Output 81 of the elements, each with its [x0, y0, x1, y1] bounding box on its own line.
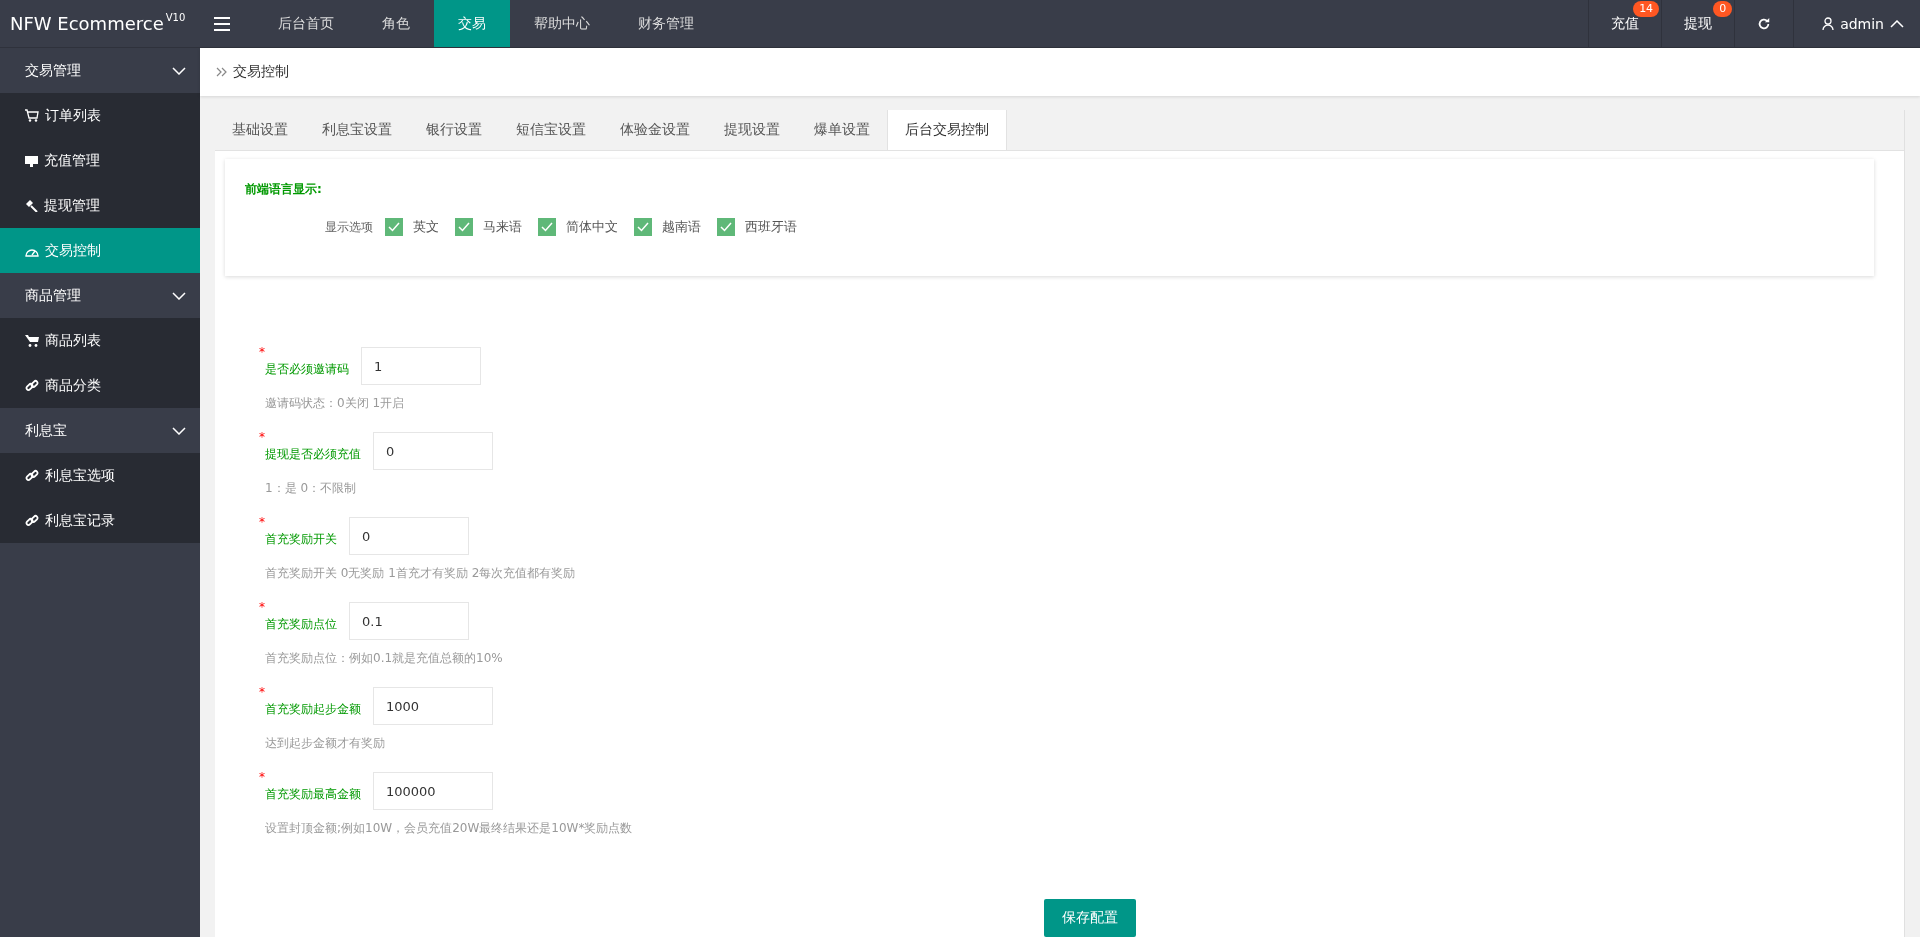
settings-tab[interactable]: 提现设置	[707, 110, 797, 150]
nav-tab[interactable]: 角色	[358, 0, 434, 47]
field-hint: 首充奖励点位：例如0.1就是充值总额的10%	[265, 650, 504, 667]
link-icon	[25, 468, 39, 483]
checkbox[interactable]	[634, 218, 652, 236]
settings-tab[interactable]: 银行设置	[409, 110, 499, 150]
save-button[interactable]: 保存配置	[1043, 899, 1136, 937]
version-label: V10	[165, 12, 186, 23]
input-field[interactable]: 1000	[373, 687, 493, 725]
checkbox-label: 越南语	[662, 218, 701, 236]
count-badge: 0	[1713, 1, 1733, 17]
menu-icon[interactable]	[214, 16, 230, 31]
checkbox-label: 西班牙语	[745, 218, 797, 236]
app-logo[interactable]: NFW Ecommerce	[10, 13, 164, 34]
field-label: 首充奖励起步金额	[265, 700, 361, 718]
user-icon	[1822, 17, 1835, 30]
nav-tab[interactable]: 财务管理	[614, 0, 718, 47]
settings-tab[interactable]: 基础设置	[215, 110, 305, 150]
chevron-icon[interactable]	[172, 291, 186, 300]
field-hint: 邀请码状态：0关闭 1开启	[265, 395, 406, 412]
caret-icon[interactable]	[1890, 19, 1904, 28]
checkbox[interactable]	[385, 218, 403, 236]
menu-item[interactable]: 商品列表	[0, 318, 200, 363]
double-chevron-icon	[216, 67, 227, 77]
field-label: 首充奖励最高金额	[265, 785, 361, 803]
field-hint: 1：是 0：不限制	[265, 480, 358, 497]
menu-item[interactable]: 交易控制	[0, 228, 200, 273]
nav-tab[interactable]: 后台首页	[254, 0, 358, 47]
input-field[interactable]: 0.1	[349, 602, 469, 640]
required-mark: *	[259, 772, 265, 782]
option-label: 显示选项	[325, 218, 373, 236]
hammer-icon	[25, 199, 38, 212]
monitor-icon	[25, 154, 38, 167]
chevron-icon[interactable]	[172, 426, 186, 435]
menu-item[interactable]: 利息宝记录	[0, 498, 200, 543]
field-hint: 首充奖励开关 0无奖励 1首充才有奖励 2每次充值都有奖励	[265, 565, 577, 582]
field-label: 首充奖励点位	[265, 615, 337, 633]
field-label: 提现是否必须充值	[265, 445, 361, 463]
settings-tab[interactable]: 短信宝设置	[499, 110, 603, 150]
cart-icon	[25, 334, 39, 347]
input-field[interactable]: 1	[361, 347, 481, 385]
menu-item[interactable]: 充值管理	[0, 138, 200, 183]
required-mark: *	[259, 432, 265, 442]
settings-tab[interactable]: 利息宝设置	[305, 110, 409, 150]
checkbox-label: 简体中文	[566, 218, 618, 236]
cart-icon	[25, 109, 39, 122]
field-label: 首充奖励开关	[265, 530, 337, 548]
checkbox-label: 英文	[413, 218, 439, 236]
required-mark: *	[259, 602, 265, 612]
input-field[interactable]: 0	[349, 517, 469, 555]
section-title: 前端语言显示:	[245, 181, 323, 198]
chevron-icon[interactable]	[172, 66, 186, 75]
checkbox[interactable]	[717, 218, 735, 236]
link-icon	[25, 513, 39, 528]
menu-item[interactable]: 利息宝选项	[0, 453, 200, 498]
checkbox[interactable]	[538, 218, 556, 236]
nav-tab[interactable]: 帮助中心	[510, 0, 614, 47]
field-hint: 设置封顶金额;例如10W，会员充值20W最终结果还是10W*奖励点数	[265, 820, 634, 837]
settings-tab[interactable]: 爆单设置	[797, 110, 887, 150]
header-link[interactable]: 提现 0	[1661, 0, 1735, 47]
settings-tab[interactable]: 体验金设置	[603, 110, 707, 150]
menu-item[interactable]: 提现管理	[0, 183, 200, 228]
menu-item[interactable]: 商品分类	[0, 363, 200, 408]
header-link[interactable]: 充值 14	[1588, 0, 1662, 47]
field-label: 是否必须邀请码	[265, 360, 349, 378]
breadcrumb-text[interactable]: 交易控制	[233, 63, 289, 81]
refresh-icon[interactable]	[1757, 16, 1772, 31]
checkbox-label: 马来语	[483, 218, 522, 236]
settings-tab[interactable]: 后台交易控制	[887, 110, 1007, 150]
field-hint: 达到起步金额才有奖励	[265, 735, 386, 752]
user-name[interactable]: admin	[1840, 15, 1884, 32]
menu-item[interactable]: 订单列表	[0, 93, 200, 138]
input-field[interactable]: 0	[373, 432, 493, 470]
link-icon	[25, 378, 39, 393]
nav-tab[interactable]: 交易	[434, 0, 510, 47]
count-badge: 14	[1633, 1, 1660, 17]
input-field[interactable]: 100000	[373, 772, 493, 810]
checkbox[interactable]	[455, 218, 473, 236]
required-mark: *	[259, 517, 265, 527]
required-mark: *	[259, 347, 265, 357]
required-mark: *	[259, 687, 265, 697]
